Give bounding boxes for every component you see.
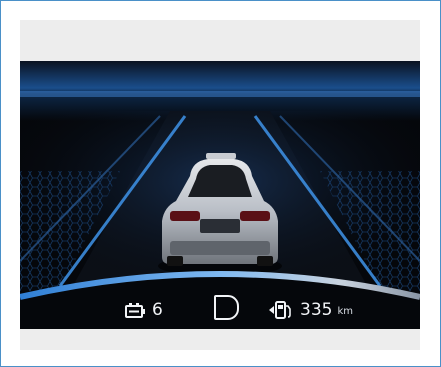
status-bar: 6 D 335 km	[20, 293, 420, 329]
range-value: 335	[300, 300, 333, 320]
range-indicator: 335 km	[269, 297, 353, 323]
range-unit: km	[337, 305, 353, 317]
battery-value: 6	[152, 300, 163, 320]
gear-indicator: D	[214, 295, 239, 320]
fuel-pump-icon	[269, 301, 291, 319]
battery-indicator: 6	[124, 297, 163, 323]
horizon-line	[20, 91, 420, 97]
instrument-cluster-display: 6 D 335 km	[20, 61, 420, 329]
cluster-scene	[20, 61, 420, 329]
battery-icon	[125, 303, 145, 318]
